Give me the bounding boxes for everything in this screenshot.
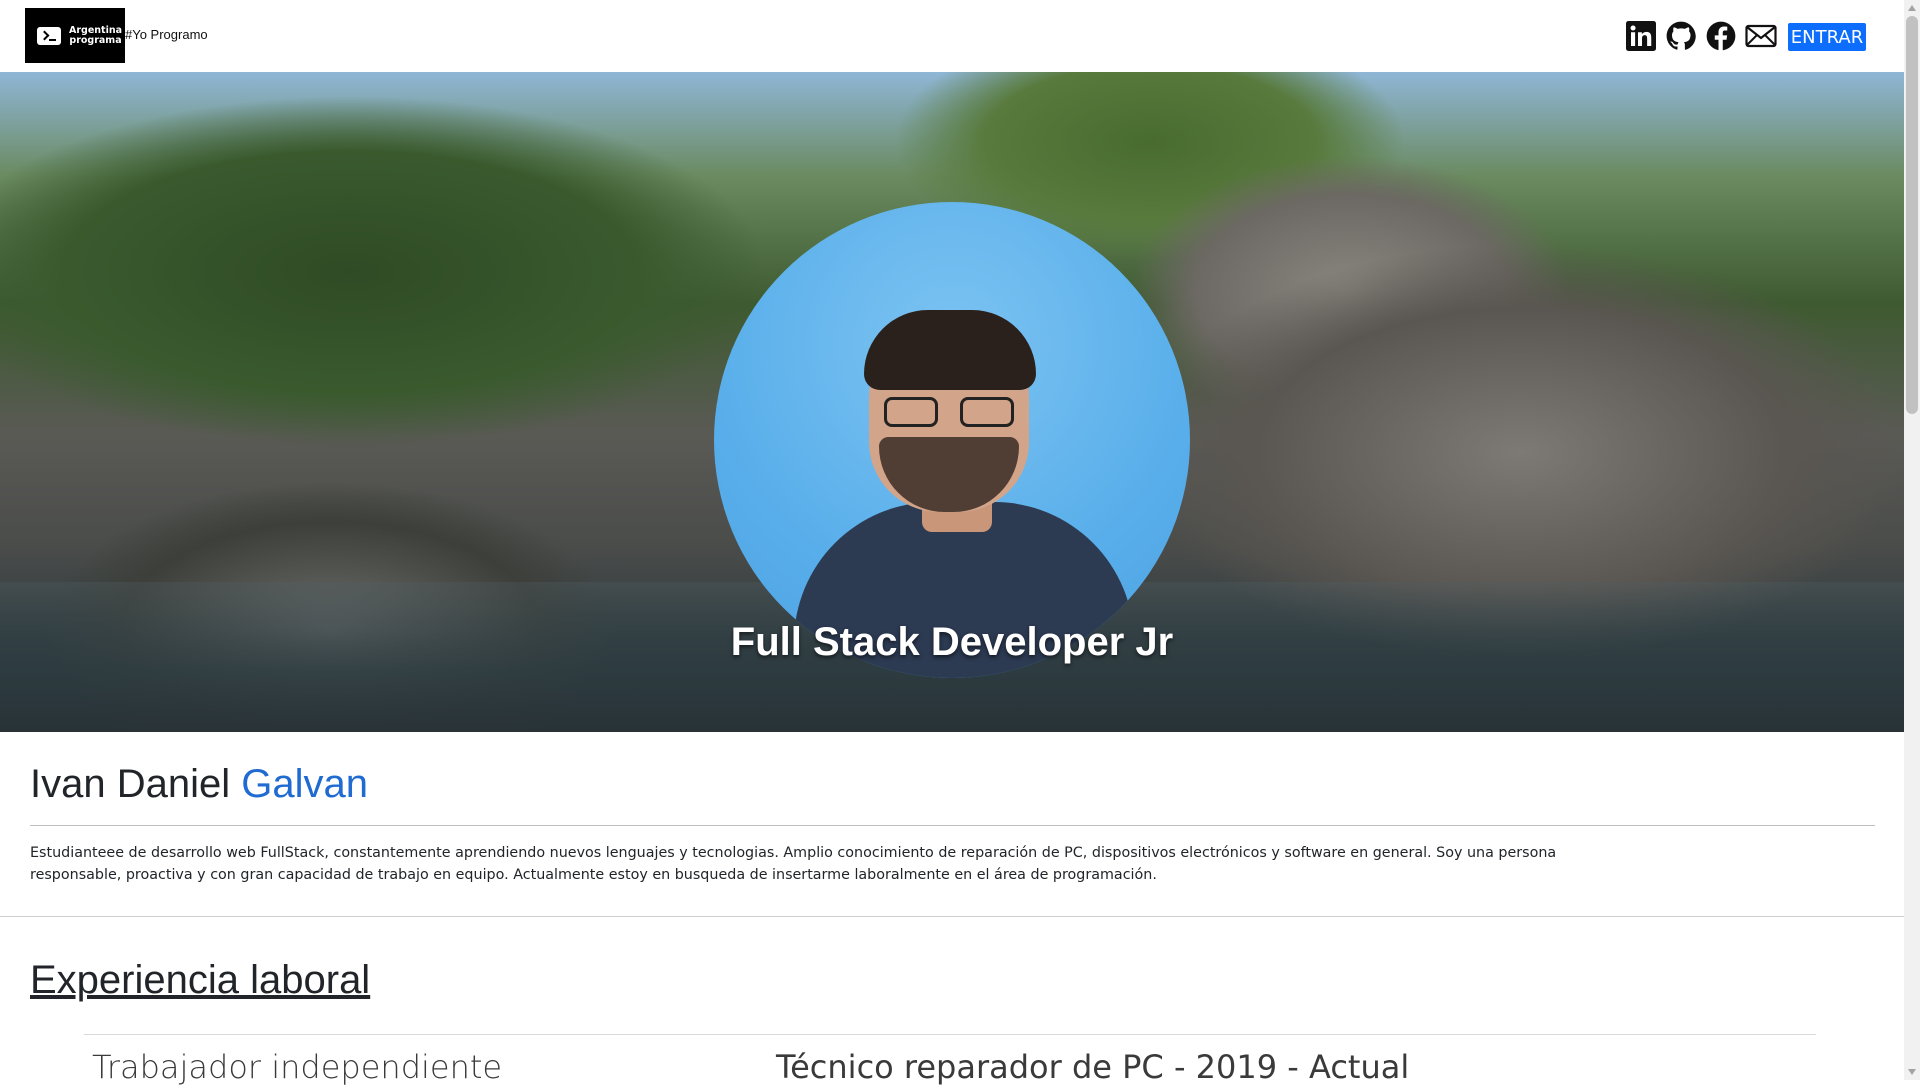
facebook-icon[interactable] — [1705, 20, 1737, 52]
top-navbar: Argentina programa #Yo Programo ENTRAR — [0, 0, 1904, 72]
logo-text: Argentina programa — [69, 25, 122, 46]
job-role: Técnico reparador de PC - 2019 - Actual — [776, 1048, 1410, 1086]
profile-name: Ivan Daniel Galvan — [30, 762, 368, 807]
hero-banner: Full Stack Developer Jr — [0, 72, 1904, 732]
argentina-programa-logo[interactable]: Argentina programa — [25, 8, 125, 63]
mail-icon[interactable] — [1745, 20, 1777, 52]
hero-title: Full Stack Developer Jr — [730, 620, 1174, 664]
scroll-down-arrow-icon[interactable] — [1904, 1064, 1920, 1080]
about-description: Estudianteee de desarrollo web FullStack… — [30, 845, 1557, 883]
experience-divider — [84, 1034, 1816, 1035]
terminal-icon — [37, 26, 61, 45]
tagline: #Yo Programo — [125, 27, 208, 42]
divider — [30, 825, 1875, 826]
profile-photo — [714, 202, 1190, 678]
experience-heading: Experiencia laboral — [30, 958, 371, 1002]
job-company: Trabajador independiente — [92, 1048, 503, 1086]
scrollbar-thumb[interactable] — [1906, 16, 1918, 414]
enter-button[interactable]: ENTRAR — [1787, 22, 1867, 52]
logo-line2: programa — [69, 34, 122, 46]
section-divider — [0, 916, 1904, 917]
first-name: Ivan Daniel — [30, 762, 231, 806]
linkedin-icon[interactable] — [1625, 20, 1657, 52]
last-name: Galvan — [241, 762, 368, 806]
github-icon[interactable] — [1665, 20, 1697, 52]
scroll-up-arrow-icon[interactable] — [1904, 0, 1920, 16]
